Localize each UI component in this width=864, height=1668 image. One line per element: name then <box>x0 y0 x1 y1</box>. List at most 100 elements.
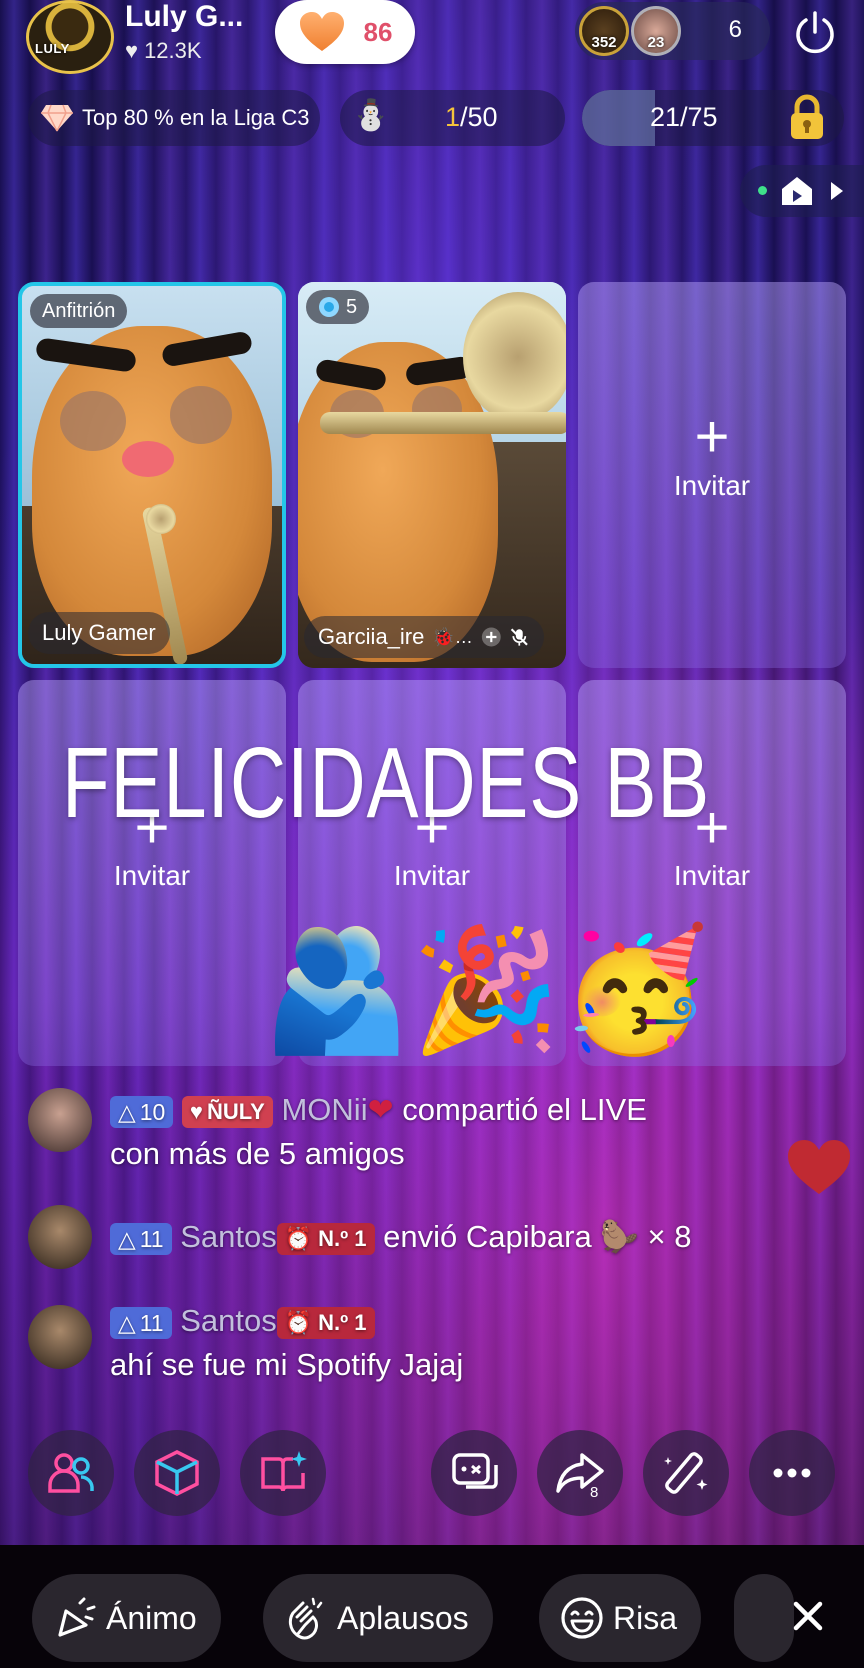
ladybug-icon: 🐞… <box>432 627 473 647</box>
trombone-mouthpiece <box>146 504 176 534</box>
chat-message-body: △ 10 ♥ ÑULY MONii❤ compartió el LIVE con m… <box>110 1088 818 1176</box>
ranking-value: 1/50 <box>445 102 498 132</box>
beauty-button[interactable] <box>643 1430 729 1516</box>
guest-slot-name-text: Garciia_ire <box>318 624 425 649</box>
chat-user-avatar[interactable] <box>28 1305 92 1369</box>
chat-user-avatar[interactable] <box>28 1088 92 1152</box>
share-arrow-icon: 8 <box>556 1453 604 1499</box>
share-count: 8 <box>590 1484 598 1499</box>
gift-count: × 8 <box>647 1219 692 1254</box>
host-tag: Anfitrión <box>30 294 128 328</box>
medal-icon: ⏰ <box>284 1225 313 1251</box>
book-button[interactable] <box>240 1430 326 1516</box>
celebration-overlay-text: FELICIDADES BB <box>62 727 711 839</box>
goal-progress[interactable]: 21/75 <box>582 90 844 146</box>
viewers-panel[interactable]: 352 23 6 <box>575 2 770 60</box>
invite-label: Invitar <box>393 860 471 891</box>
guest-video-slot[interactable]: 5 Garciia_ire 🐞… <box>298 282 566 668</box>
guest-slot-name[interactable]: Garciia_ire 🐞… <box>304 616 544 658</box>
invite-label: Invitar <box>113 860 191 891</box>
live-mode-control[interactable] <box>740 165 864 217</box>
level-badge: △ 11 <box>110 1222 172 1255</box>
viewer-rank-label: 23 <box>647 34 665 51</box>
chat-text: ahí se fue mi Spotify Jajaj <box>110 1347 464 1382</box>
chat-user-avatar[interactable] <box>28 1205 92 1269</box>
fan-heart-icon: ♥ <box>189 1098 203 1124</box>
guest-gem-tag: 5 <box>306 290 370 324</box>
heart-icon <box>299 12 344 51</box>
level-badge: △ 10 <box>110 1095 174 1128</box>
cheer-icon <box>58 1597 96 1637</box>
top-gifter-badge: ⏰ N.º 1 <box>276 1222 375 1255</box>
host-slot-name[interactable]: Luly Gamer <box>28 612 170 654</box>
power-icon[interactable] <box>790 8 840 58</box>
host-avatar[interactable]: LULY <box>26 0 114 74</box>
level-badge: △ 11 <box>110 1306 172 1339</box>
chat-text: compartió el LIVE <box>402 1092 647 1127</box>
invite-slot[interactable]: + Invitar <box>578 282 846 668</box>
level-triangle-icon: △ <box>118 1225 136 1252</box>
chat-text: envió Capibara <box>383 1219 592 1254</box>
reaction-chip-partial[interactable] <box>734 1574 794 1662</box>
reaction-label: Risa <box>613 1599 678 1636</box>
potato-eye <box>170 386 232 444</box>
reaction-chip-aplausos[interactable]: Aplausos <box>263 1574 493 1662</box>
viewer-avatar[interactable]: 352 <box>579 6 629 56</box>
chat-message[interactable]: △ 11 Santos ⏰ N.º 1 envió Capibara 🦫 × 8 <box>28 1205 818 1271</box>
share-button[interactable]: 8 <box>537 1430 623 1516</box>
chat-username[interactable]: Santos <box>180 1219 277 1254</box>
laughing-face-icon <box>561 1597 603 1639</box>
people-icon <box>48 1453 94 1493</box>
host-name[interactable]: Luly G... <box>125 0 243 34</box>
cube-icon <box>155 1450 199 1496</box>
league-text: Top 80 % en la Liga C3 <box>82 105 310 130</box>
mic-muted-icon <box>511 628 529 646</box>
home-play-icon <box>782 177 812 205</box>
potato-nose <box>122 441 174 477</box>
guests-button[interactable] <box>28 1430 114 1516</box>
invite-label: Invitar <box>673 470 751 501</box>
top-gifter-badge: ⏰ N.º 1 <box>276 1306 375 1339</box>
capybara-gift-icon: 🦫 <box>600 1219 639 1254</box>
goal-progress-value: 21/75 <box>650 102 718 132</box>
floating-heart-icon <box>788 1140 850 1194</box>
more-dots-icon <box>773 1468 811 1478</box>
celebration-emojis: 🫂🎉🥳 <box>262 923 711 1057</box>
chat-username[interactable]: MONii <box>281 1092 367 1127</box>
ranking-panel[interactable]: ⛄ 1/50 <box>340 90 565 146</box>
chat-username[interactable]: Santos <box>180 1303 277 1338</box>
host-likes-count: 12.3K <box>144 38 202 63</box>
close-icon[interactable] <box>788 1596 828 1636</box>
play-arrow-icon <box>831 182 843 200</box>
clapping-hands-icon <box>288 1597 323 1640</box>
goal-progress-fill <box>582 90 656 146</box>
effects-button[interactable] <box>134 1430 220 1516</box>
chat-button[interactable] <box>431 1430 517 1516</box>
fan-club-badge: ♥ ÑULY <box>181 1095 273 1128</box>
potato-eye <box>60 391 126 451</box>
guest-gem-count: 5 <box>346 296 358 318</box>
viewer-rank-label: 352 <box>591 34 617 51</box>
viewer-avatar[interactable]: 23 <box>631 6 681 56</box>
reaction-label: Aplausos <box>337 1599 469 1636</box>
viewer-count: 6 <box>728 16 742 43</box>
open-book-sparkle-icon <box>261 1451 307 1492</box>
league-badge[interactable]: Top 80 % en la Liga C3 <box>28 90 320 146</box>
chat-bubble-icon <box>452 1453 498 1489</box>
magic-wand-icon <box>664 1452 708 1494</box>
host-video-slot[interactable]: Anfitrión Luly Gamer <box>18 282 286 668</box>
host-likes: ♥ 12.3K <box>125 38 202 64</box>
chat-message[interactable]: △ 11 Santos ⏰ N.º 1 ahí se fue mi Spotify J… <box>28 1303 818 1395</box>
golden-lock-icon <box>791 94 823 139</box>
host-avatar-logo-text: LULY <box>35 41 70 56</box>
reaction-chip-risa[interactable]: Risa <box>539 1574 702 1662</box>
reaction-chip-animo[interactable]: Ánimo <box>32 1574 221 1662</box>
heart-emoji-icon: ❤ <box>367 1092 394 1127</box>
level-triangle-icon: △ <box>118 1309 136 1336</box>
heart-counter-button[interactable]: 86 <box>275 0 415 64</box>
chat-message-body: △ 11 Santos ⏰ N.º 1 ahí se fue mi Spotify J… <box>110 1299 818 1387</box>
chat-message[interactable]: △ 10 ♥ ÑULY MONii❤ compartió el LIVE con m… <box>28 1088 818 1178</box>
follow-plus-icon[interactable] <box>481 625 502 649</box>
more-button[interactable] <box>749 1430 835 1516</box>
chat-message-body: △ 11 Santos ⏰ N.º 1 envió Capibara 🦫 × 8 <box>110 1215 818 1259</box>
